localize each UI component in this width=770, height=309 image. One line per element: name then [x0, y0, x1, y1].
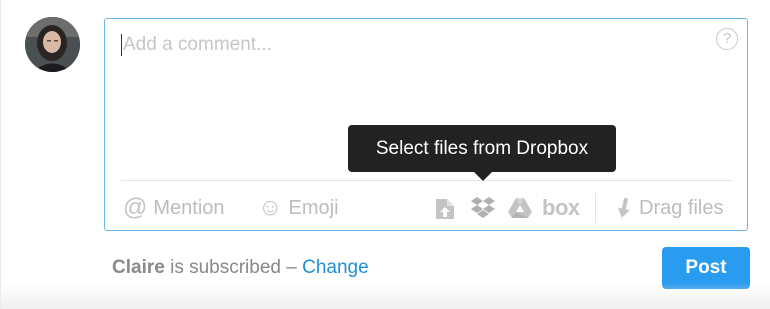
subscriber-name: Claire [112, 257, 165, 278]
mention-label: Mention [153, 196, 225, 219]
emoji-button[interactable]: ☺ Emoji [258, 193, 339, 223]
comment-input[interactable] [120, 31, 680, 59]
dropbox-tooltip: Select files from Dropbox [348, 125, 616, 172]
box-button[interactable]: box [542, 193, 580, 223]
upload-file-icon [435, 196, 455, 220]
dropbox-button[interactable] [470, 193, 496, 223]
smiley-icon: ☺ [258, 194, 283, 221]
mention-button[interactable]: @ Mention [123, 193, 225, 223]
change-subscription-link[interactable]: Change [302, 257, 369, 278]
left-edge-border [0, 0, 1, 309]
download-arrow-icon [617, 197, 631, 219]
toolbar-divider [121, 180, 733, 181]
google-drive-icon [507, 197, 533, 219]
emoji-label: Emoji [288, 196, 339, 219]
at-sign-icon: @ [123, 194, 148, 221]
upload-file-button[interactable] [435, 193, 455, 223]
subscribed-text: is subscribed – [164, 257, 303, 278]
box-logo-label: box [542, 195, 580, 220]
google-drive-button[interactable] [507, 193, 533, 223]
tooltip-arrow [474, 172, 492, 181]
avatar [25, 17, 80, 72]
comment-composer-page: ? @ Mention ☺ Emoji [0, 0, 770, 309]
bottom-shadow [0, 283, 770, 309]
help-icon[interactable]: ? [716, 28, 738, 50]
text-caret [121, 34, 122, 56]
dropbox-icon [470, 196, 496, 220]
drag-files-label: Drag files [639, 196, 724, 219]
toolbar-separator [595, 193, 596, 223]
drag-files-area[interactable]: Drag files [617, 193, 723, 223]
subscription-status: Claire is subscribed – Change [112, 257, 369, 283]
